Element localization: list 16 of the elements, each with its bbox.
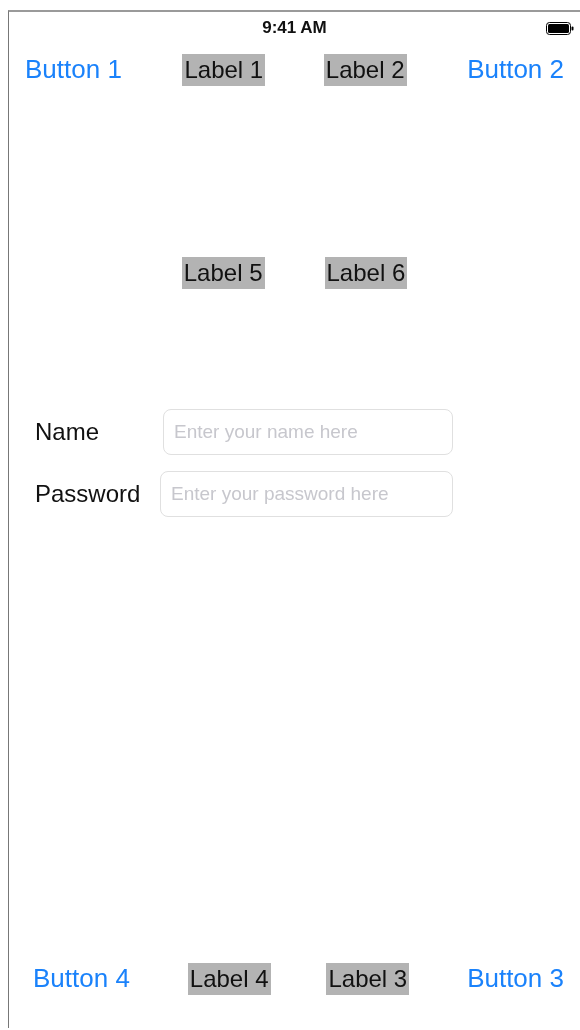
label: Label 2 bbox=[323, 53, 407, 86]
input-field[interactable]: Enter your password here bbox=[160, 471, 453, 517]
field-label: Name bbox=[35, 418, 101, 446]
label: Label 1 bbox=[182, 53, 266, 86]
label: Label 6 bbox=[324, 257, 408, 289]
text-button[interactable]: Button 1 bbox=[23, 52, 124, 87]
battery-icon bbox=[546, 22, 574, 35]
status-time: 9:41 AM bbox=[262, 18, 327, 38]
text-button[interactable]: Button 4 bbox=[31, 961, 132, 996]
text-button[interactable]: Button 2 bbox=[465, 52, 566, 87]
text-button[interactable]: Button 3 bbox=[465, 961, 566, 996]
label: Label 3 bbox=[326, 962, 410, 995]
label: Label 5 bbox=[181, 257, 265, 289]
field-label: Password bbox=[35, 480, 142, 508]
input-field[interactable]: Enter your name here bbox=[163, 409, 453, 455]
label: Label 4 bbox=[187, 962, 271, 995]
